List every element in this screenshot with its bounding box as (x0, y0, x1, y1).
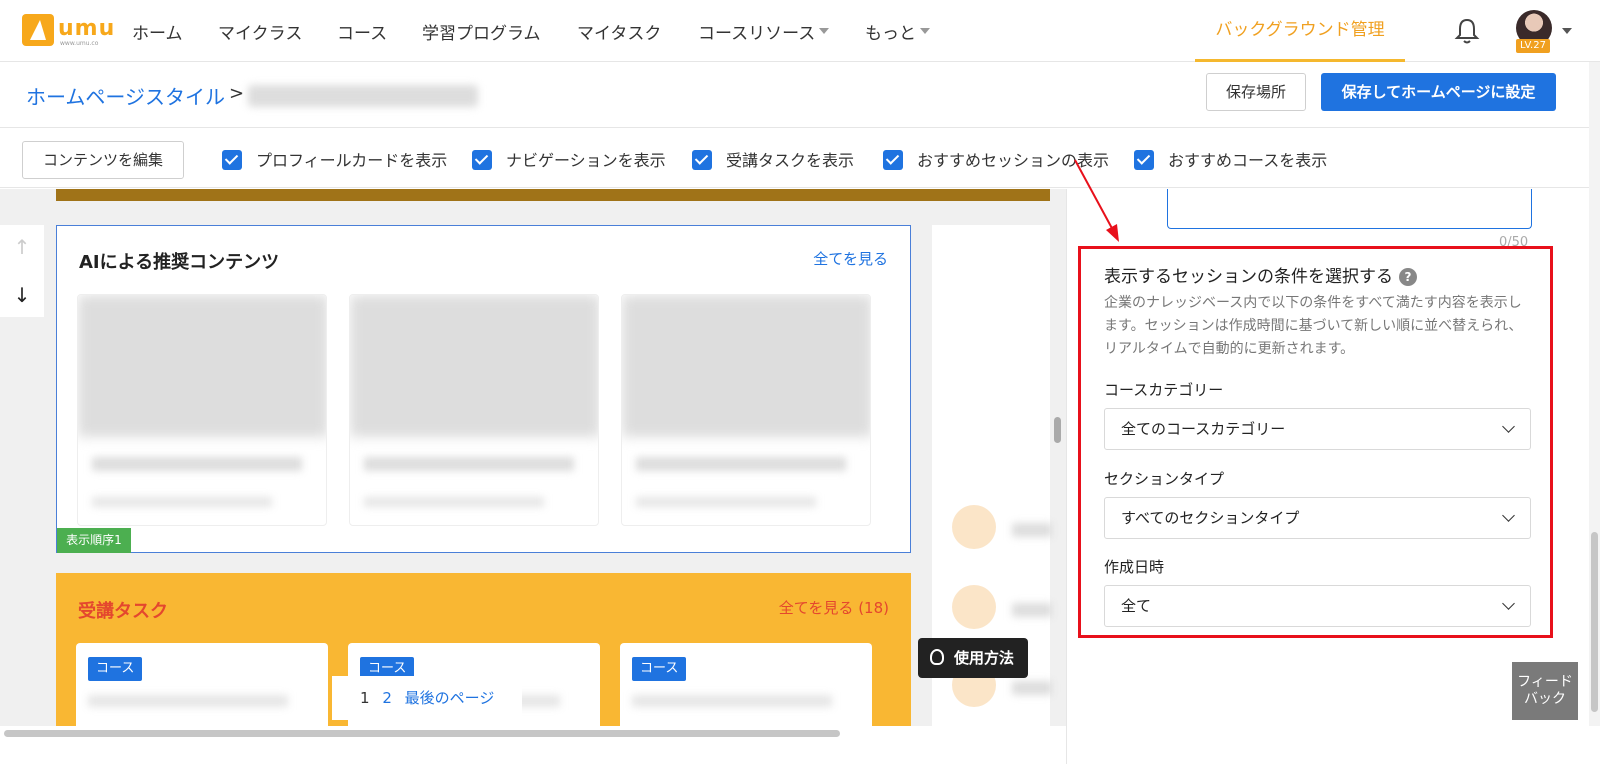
breadcrumb-separator: > (229, 83, 245, 104)
course-tag: コース (88, 657, 143, 681)
checkbox-label: ナビゲーションを表示 (506, 151, 666, 170)
task-card[interactable]: コース (620, 643, 872, 727)
horizontal-scrollbar[interactable] (0, 726, 1066, 738)
page-last[interactable]: 最後のページ (405, 689, 495, 707)
chevron-down-icon (1502, 597, 1515, 610)
view-all-link[interactable]: 全てを見る (813, 248, 888, 269)
created-date-value: 全て (1121, 597, 1152, 615)
session-conditions-title: 表示するセッションの条件を選択する? (1104, 262, 1417, 287)
section-title: 受講タスク (78, 601, 168, 622)
compass-icon (952, 585, 996, 629)
nav-course[interactable]: コース (337, 19, 387, 44)
top-navigation: umu www.umu.co ホーム マイクラス コース 学習プログラム マイタ… (0, 0, 1600, 62)
checkbox-profile-card[interactable]: プロフィールカードを表示 (222, 147, 448, 170)
chevron-down-icon (819, 28, 830, 34)
usage-guide-label: 使用方法 (954, 649, 1015, 667)
nav-background-admin[interactable]: バックグラウンド管理 (1195, 0, 1405, 62)
content-card[interactable] (77, 294, 327, 526)
chevron-down-icon[interactable] (1562, 28, 1572, 34)
page-1[interactable]: 1 (360, 689, 370, 707)
nav-my-task[interactable]: マイタスク (577, 19, 661, 44)
logo-subtext: www.umu.co (60, 40, 99, 47)
created-date-label: 作成日時 (1104, 558, 1165, 576)
nav-learning-program[interactable]: 学習プログラム (422, 19, 541, 44)
section-title: AIによる推奨コンテンツ (79, 252, 280, 273)
save-location-button[interactable]: 保存場所 (1206, 73, 1306, 111)
breadcrumb-bar: ホームページスタイル > 保存場所 保存してホームページに設定 (0, 63, 1600, 128)
nav-course-resources-label: コースリソース (698, 24, 816, 44)
lightbulb-icon (930, 649, 944, 665)
logo-mark-icon (22, 14, 54, 46)
arrow-up-icon[interactable]: ↑ (12, 237, 32, 257)
created-date-select[interactable]: 全て (1104, 585, 1531, 627)
section-type-value: すべてのセクションタイプ (1121, 509, 1300, 527)
ai-recommended-section[interactable]: AIによる推奨コンテンツ 全てを見る 表示順序1 (56, 225, 911, 553)
preview-canvas: ↑ ↓ AIによる推奨コンテンツ 全てを見る 表示順序1 受講タスク 全てを見る… (0, 189, 1066, 727)
section-type-select[interactable]: すべてのセクションタイプ (1104, 497, 1531, 539)
level-badge: LV.27 (1516, 39, 1550, 53)
content-card[interactable] (349, 294, 599, 526)
map-pin-icon (952, 505, 996, 549)
page-2[interactable]: 2 (382, 689, 392, 707)
content-card[interactable] (621, 294, 871, 526)
checkbox-label: おすすめコースを表示 (1168, 151, 1328, 170)
checkbox-checked-icon[interactable] (1134, 149, 1154, 170)
view-all-link[interactable]: 全てを見る (18) (779, 597, 889, 618)
feedback-button[interactable]: フィードバック (1512, 662, 1578, 720)
logo-text: umu (58, 16, 116, 41)
checkbox-checked-icon[interactable] (472, 149, 492, 170)
nav-more-label: もっと (865, 24, 916, 44)
display-options-row: コンテンツを編集 プロフィールカードを表示 ナビゲーションを表示 受講タスクを表… (0, 129, 1600, 188)
arrow-down-icon[interactable]: ↓ (12, 285, 32, 305)
course-category-value: 全てのコースカテゴリー (1121, 420, 1286, 438)
display-order-badge: 表示順序1 (57, 528, 131, 553)
section-type-label: セクションタイプ (1104, 470, 1225, 488)
checkbox-label: プロフィールカードを表示 (256, 151, 448, 170)
checkbox-tasks[interactable]: 受講タスクを表示 (692, 147, 855, 170)
nav-course-resources[interactable]: コースリソース (698, 19, 830, 44)
breadcrumb-current-redacted (248, 85, 478, 107)
session-conditions-title-text: 表示するセッションの条件を選択する (1104, 267, 1393, 287)
checkbox-recommended-courses[interactable]: おすすめコースを表示 (1134, 147, 1328, 170)
checkbox-checked-icon[interactable] (692, 149, 712, 170)
chevron-down-icon (1502, 509, 1515, 522)
usage-guide-button[interactable]: 使用方法 (918, 638, 1028, 678)
text-area[interactable] (1167, 189, 1532, 229)
reorder-controls: ↑ ↓ (0, 225, 44, 317)
banner-strip (56, 189, 1050, 201)
checkbox-checked-icon[interactable] (222, 149, 242, 170)
preview-scrollbar[interactable] (1054, 417, 1061, 443)
session-conditions-description: 企業のナレッジベース内で以下の条件をすべて満たす内容を表示します。セッションは作… (1104, 295, 1523, 357)
nav-home[interactable]: ホーム (132, 19, 183, 44)
checkbox-checked-icon[interactable] (883, 149, 903, 170)
checkbox-navigation[interactable]: ナビゲーションを表示 (472, 147, 666, 170)
breadcrumb-homepage-style[interactable]: ホームページスタイル (26, 81, 225, 110)
save-and-set-homepage-button[interactable]: 保存してホームページに設定 (1321, 73, 1556, 111)
task-card[interactable]: コース (76, 643, 328, 727)
vertical-scrollbar[interactable] (1589, 62, 1600, 726)
nav-more[interactable]: もっと (865, 19, 930, 44)
edit-content-button[interactable]: コンテンツを編集 (22, 141, 184, 179)
bell-icon[interactable] (1452, 16, 1482, 46)
checkbox-label: 受講タスクを表示 (726, 151, 855, 170)
course-tag: コース (632, 657, 687, 681)
checkbox-recommended-sessions[interactable]: おすすめセッションの表示 (883, 147, 1110, 170)
help-icon[interactable]: ? (1399, 268, 1417, 286)
chevron-down-icon (920, 28, 930, 34)
course-category-select[interactable]: 全てのコースカテゴリー (1104, 408, 1531, 450)
nav-my-class[interactable]: マイクラス (218, 19, 302, 44)
checkbox-label: おすすめセッションの表示 (917, 151, 1110, 170)
chevron-down-icon (1502, 420, 1515, 433)
umu-logo[interactable]: umu www.umu.co (22, 12, 114, 50)
pagination: 1 2 最後のページ (332, 676, 522, 720)
course-category-label: コースカテゴリー (1104, 381, 1224, 399)
